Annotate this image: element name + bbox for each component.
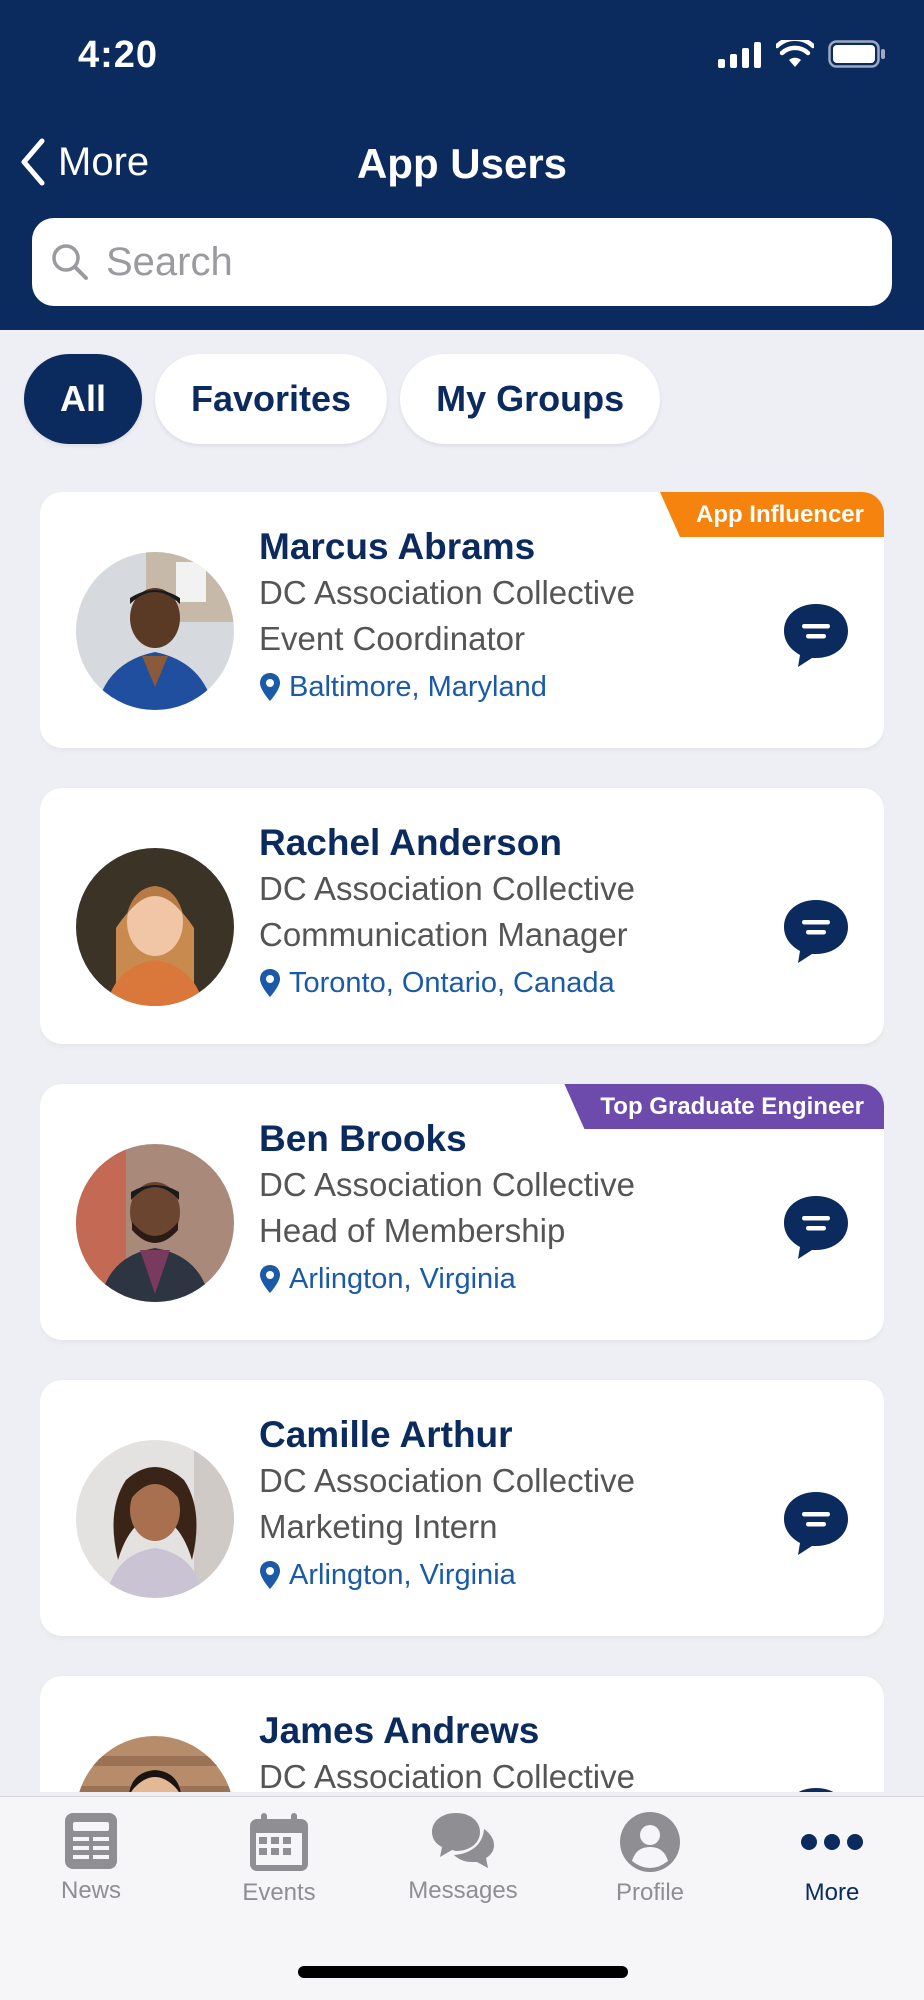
user-card[interactable]: Top Graduate Engineer Ben Brooks DC Asso… xyxy=(40,1084,884,1340)
page-title: App Users xyxy=(356,140,568,187)
tab-profile[interactable]: Profile xyxy=(580,1811,720,1907)
location-pin-icon xyxy=(260,1561,280,1589)
chat-icon[interactable] xyxy=(784,1194,848,1260)
user-badge: App Influencer xyxy=(659,492,884,537)
avatar xyxy=(76,1736,234,1792)
status-icons xyxy=(718,40,886,68)
search-bar[interactable] xyxy=(32,218,892,306)
user-role: Event Coordinator xyxy=(259,620,525,657)
user-organization: DC Association Collective xyxy=(259,1758,635,1792)
calendar-icon xyxy=(250,1813,308,1871)
user-organization: DC Association Collective xyxy=(259,1462,635,1499)
tab-messages[interactable]: Messages xyxy=(393,1811,533,1905)
search-input[interactable] xyxy=(106,239,866,285)
avatar xyxy=(76,1144,234,1302)
user-name: James Andrews xyxy=(259,1710,540,1751)
battery-icon xyxy=(828,40,885,68)
filter-my-groups[interactable]: My Groups xyxy=(400,354,661,444)
user-organization: DC Association Collective xyxy=(259,574,635,611)
user-name: Ben Brooks xyxy=(259,1118,467,1159)
user-location-text: Arlington, Virginia xyxy=(289,1559,516,1591)
user-organization: DC Association Collective xyxy=(259,870,635,907)
user-location-text: Baltimore, Maryland xyxy=(289,671,547,703)
status-time: 4:20 xyxy=(78,34,159,76)
home-indicator[interactable] xyxy=(298,1966,628,1978)
chat-icon[interactable] xyxy=(784,1490,848,1556)
avatar xyxy=(76,1440,234,1598)
user-info: Camille Arthur DC Association Collective… xyxy=(259,1412,635,1598)
search-icon xyxy=(52,244,88,280)
user-location: Arlington, Virginia xyxy=(259,1256,635,1302)
user-location: Arlington, Virginia xyxy=(259,1552,635,1598)
location-pin-icon xyxy=(260,673,280,701)
user-info: James Andrews DC Association Collective xyxy=(259,1708,635,1792)
tab-events[interactable]: Events xyxy=(209,1811,349,1907)
navigation-header: 4:20 More App Users xyxy=(0,0,924,330)
tab-label: More xyxy=(804,1879,860,1906)
avatar xyxy=(76,552,234,710)
tab-label: Profile xyxy=(615,1879,685,1906)
avatar xyxy=(76,848,234,1006)
tab-label: News xyxy=(60,1877,121,1904)
filter-chips: All Favorites My Groups xyxy=(24,354,661,444)
user-list: App Influencer Marcus Abrams DC Associat… xyxy=(40,492,884,1792)
user-info: Rachel Anderson DC Association Collectiv… xyxy=(259,820,635,1006)
wifi-icon xyxy=(776,40,814,67)
user-name: Rachel Anderson xyxy=(259,822,562,863)
user-location-text: Arlington, Virginia xyxy=(289,1263,516,1295)
location-pin-icon xyxy=(260,969,280,997)
user-card[interactable]: Camille Arthur DC Association Collective… xyxy=(40,1380,884,1636)
tab-label: Messages xyxy=(408,1877,518,1904)
user-info: Marcus Abrams DC Association Collective … xyxy=(259,524,635,710)
chat-icon[interactable] xyxy=(784,602,848,668)
signal-icon xyxy=(718,42,761,68)
tab-more[interactable]: More xyxy=(762,1811,902,1907)
filter-favorites[interactable]: Favorites xyxy=(155,354,388,444)
user-role: Head of Membership xyxy=(259,1212,566,1249)
user-location: Toronto, Ontario, Canada xyxy=(259,960,635,1006)
user-organization: DC Association Collective xyxy=(259,1166,635,1203)
filter-all[interactable]: All xyxy=(24,354,143,444)
user-card[interactable]: James Andrews DC Association Collective xyxy=(40,1676,884,1792)
location-pin-icon xyxy=(260,1265,280,1293)
user-name: Marcus Abrams xyxy=(259,526,536,567)
user-role: Communication Manager xyxy=(259,916,628,953)
tab-news[interactable]: News xyxy=(21,1811,161,1905)
user-location: Baltimore, Maryland xyxy=(259,664,635,710)
newspaper-icon xyxy=(65,1813,117,1869)
person-icon xyxy=(620,1812,680,1872)
more-dots-icon xyxy=(801,1834,863,1850)
user-card[interactable]: App Influencer Marcus Abrams DC Associat… xyxy=(40,492,884,748)
chat-bubbles-icon xyxy=(432,1813,494,1868)
user-card[interactable]: Rachel Anderson DC Association Collectiv… xyxy=(40,788,884,1044)
chat-icon[interactable] xyxy=(784,1786,848,1792)
tab-label: Events xyxy=(242,1879,316,1906)
user-role: Marketing Intern xyxy=(259,1508,498,1545)
chat-icon[interactable] xyxy=(784,898,848,964)
user-info: Ben Brooks DC Association Collective Hea… xyxy=(259,1116,635,1302)
user-name: Camille Arthur xyxy=(259,1414,513,1455)
user-location-text: Toronto, Ontario, Canada xyxy=(289,967,615,999)
